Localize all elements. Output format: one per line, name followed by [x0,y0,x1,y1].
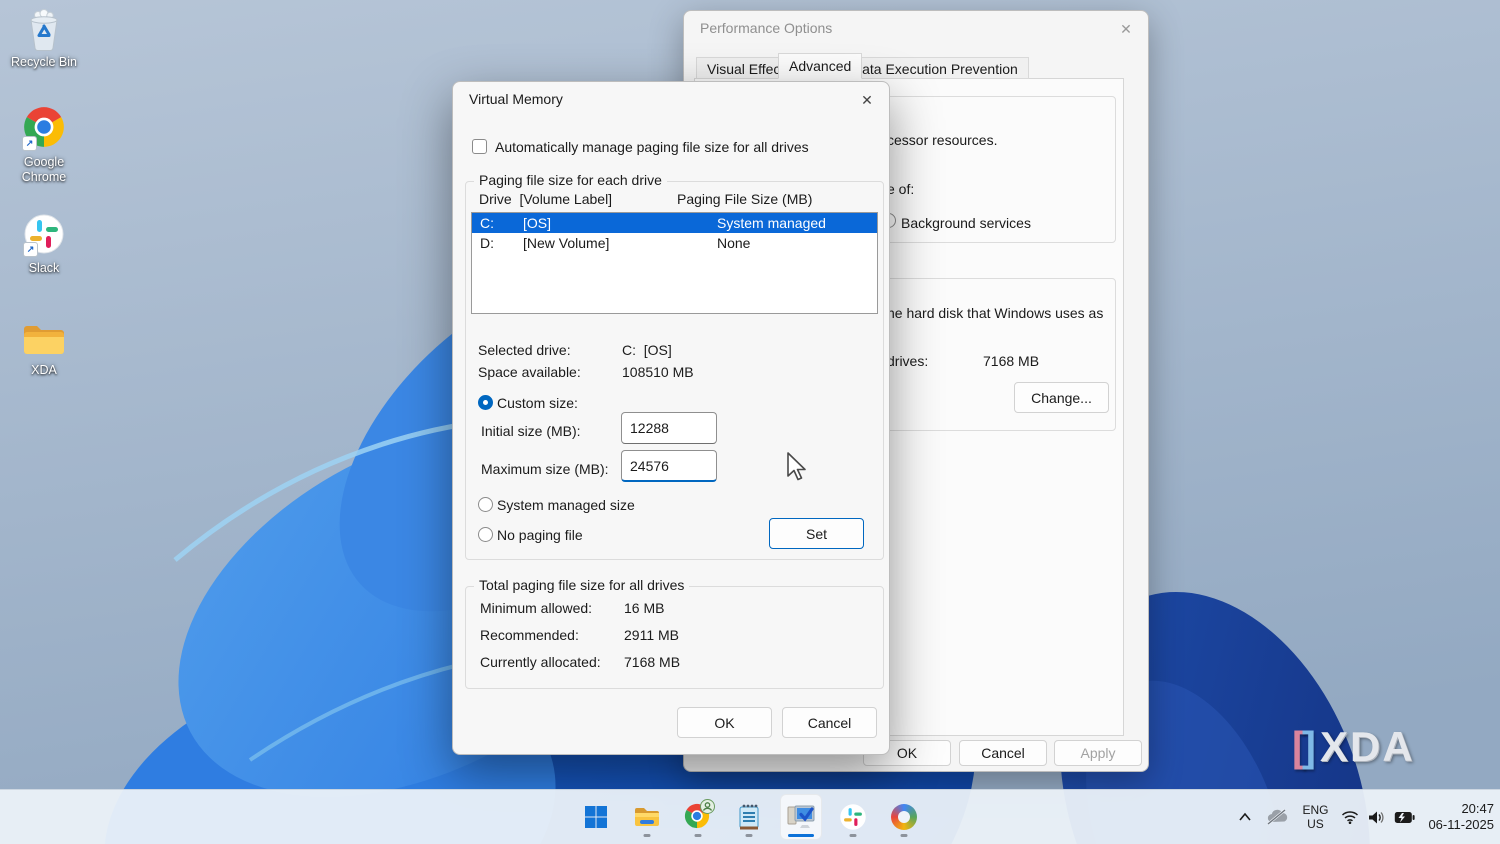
currently-allocated-value: 7168 MB [624,653,680,671]
space-available-label: Space available: [478,363,581,381]
custom-size-label: Custom size: [497,394,578,412]
custom-size-radio[interactable] [478,395,493,410]
desktop-icon-slack[interactable]: ↗ Slack [0,212,88,276]
system-properties-icon [786,803,816,831]
recycle-bin-icon [22,8,66,52]
maximum-size-label: Maximum size (MB): [481,460,609,478]
taskbar-system-properties[interactable] [780,794,822,840]
desktop-icon-label: XDA [31,363,57,378]
desktop-icon-google-chrome[interactable]: ↗ Google Chrome [0,104,88,185]
wifi-icon [1341,810,1359,824]
recommended-value: 2911 MB [624,626,679,644]
desktop-icon-label: Recycle Bin [11,55,77,70]
paging-file-group-label: Paging file size for each drive [474,172,667,188]
best-performance-text-fragment: e of: [887,180,914,198]
initial-size-input[interactable] [621,412,717,444]
hidden-icons-chevron-icon[interactable] [1238,811,1252,823]
virtual-memory-dialog: Virtual Memory ✕ Automatically manage pa… [452,81,890,755]
system-managed-label: System managed size [497,496,635,514]
start-button[interactable] [576,795,616,839]
desktop-icon-label: Slack [29,261,60,276]
column-header-size: Paging File Size (MB) [677,190,812,208]
tray-time: 20:47 [1428,801,1494,817]
desktop-icon-xda-folder[interactable]: XDA [0,320,88,378]
initial-size-label: Initial size (MB): [481,422,581,440]
cancel-button[interactable]: Cancel [959,740,1047,766]
vm-description-fragment: he hard disk that Windows uses as [887,304,1103,322]
chrome-icon: ↗ [21,104,67,152]
dialog-title: Virtual Memory [469,91,563,107]
no-paging-file-label: No paging file [497,526,583,544]
desktop-icon-recycle-bin[interactable]: Recycle Bin [0,8,88,70]
language-switcher[interactable]: ENG US [1302,803,1328,831]
taskbar-chrome[interactable] [678,795,718,839]
selected-drive-label: Selected drive: [478,341,571,359]
xda-watermark: [] XDA [1292,726,1415,768]
folder-icon [21,320,67,360]
battery-charging-icon [1394,811,1415,824]
desktop-icon-label: Google Chrome [9,155,79,185]
set-button[interactable]: Set [769,518,864,549]
minimum-allowed-value: 16 MB [624,599,664,617]
apply-button[interactable]: Apply [1054,740,1142,766]
ok-button[interactable]: OK [677,707,772,738]
profile-badge-icon [700,799,715,814]
taskbar-photos[interactable] [884,795,924,839]
total-paging-group-label: Total paging file size for all drives [474,577,689,593]
windows-logo-icon [584,805,608,829]
auto-manage-label: Automatically manage paging file size fo… [495,138,809,156]
taskbar: ENG US 20:47 06-11-2025 [0,789,1500,844]
watermark-text: XDA [1320,726,1415,768]
maximum-size-input[interactable] [621,450,717,482]
minimum-allowed-label: Minimum allowed: [480,599,592,617]
total-paging-label-fragment: drives: [887,352,928,370]
notepad-icon [737,803,761,831]
currently-allocated-label: Currently allocated: [480,653,601,671]
shortcut-arrow-icon: ↗ [23,242,38,257]
quick-settings[interactable] [1341,810,1415,825]
drive-listbox[interactable]: C: [OS] System managed D: [New Volume] N… [471,212,878,314]
tab-data-execution-prevention[interactable]: Data Execution Prevention [841,57,1029,79]
clock[interactable]: 20:47 06-11-2025 [1428,801,1494,833]
dialog-title: Performance Options [700,20,832,36]
column-header-drive: Drive [Volume Label] [479,190,612,208]
slack-icon: ↗ [22,212,66,258]
selected-drive-value: C: [OS] [622,341,672,359]
drive-row-c[interactable]: C: [OS] System managed [472,213,877,233]
auto-manage-checkbox[interactable] [472,139,487,154]
shortcut-arrow-icon: ↗ [22,136,37,151]
recommended-label: Recommended: [480,626,579,644]
close-icon[interactable]: ✕ [1114,17,1138,41]
tab-advanced[interactable]: Advanced [778,53,862,79]
taskbar-notepad[interactable] [729,795,769,839]
mouse-cursor [786,452,810,484]
photos-icon [891,804,917,830]
slack-icon [839,803,867,831]
file-explorer-icon [633,804,661,830]
system-managed-radio[interactable] [478,497,493,512]
cancel-button[interactable]: Cancel [782,707,877,738]
volume-icon [1368,810,1385,825]
background-services-label: Background services [901,214,1031,232]
drive-row-d[interactable]: D: [New Volume] None [472,233,877,253]
change-button[interactable]: Change... [1014,382,1109,413]
no-paging-file-radio[interactable] [478,527,493,542]
processor-text-fragment: cessor resources. [887,131,997,149]
tray-date: 06-11-2025 [1428,817,1494,833]
taskbar-file-explorer[interactable] [627,795,667,839]
taskbar-slack[interactable] [833,795,873,839]
space-available-value: 108510 MB [622,363,694,381]
total-paging-value: 7168 MB [983,352,1039,370]
onedrive-paused-icon[interactable] [1265,809,1289,825]
close-icon[interactable]: ✕ [855,88,879,112]
